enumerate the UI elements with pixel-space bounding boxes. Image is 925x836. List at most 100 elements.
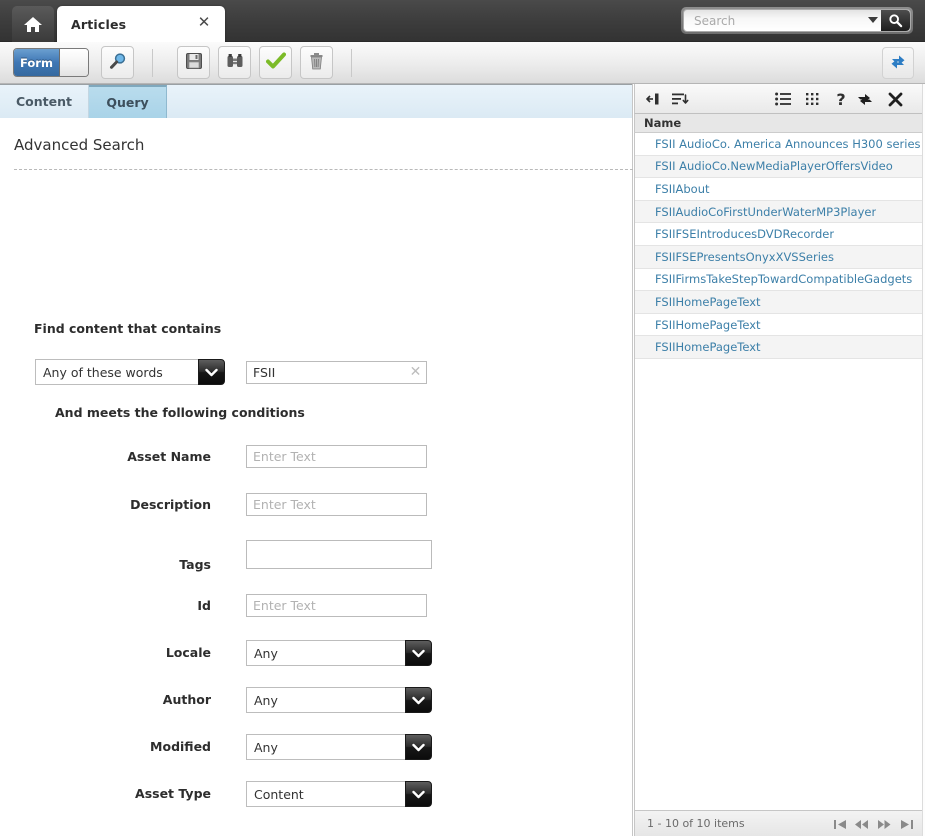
list-view-icon[interactable] — [772, 88, 794, 110]
results-toolbar: ? — [634, 84, 925, 114]
help-icon[interactable]: ? — [830, 88, 852, 110]
list-item-label: FSIIHomePageText — [655, 317, 761, 332]
grid-view-icon[interactable] — [802, 88, 824, 110]
tab-filler — [167, 85, 632, 118]
list-item[interactable]: FSII AudioCo.NewMediaPlayerOffersVideo — [635, 155, 924, 179]
collapse-panel-icon[interactable] — [643, 88, 665, 110]
match-type-value: Any of these words — [35, 359, 198, 385]
search-submit-button[interactable] — [881, 10, 910, 31]
form-mode-toggle[interactable]: Form — [13, 48, 89, 77]
list-item-label: FSII AudioCo. America Announces H300 ser… — [655, 136, 921, 151]
field-label-description: Description — [130, 497, 211, 512]
asset-type-value: Content — [246, 781, 405, 807]
home-icon — [23, 15, 43, 33]
list-item-label: FSIIFSEPresentsOnyxXVSSeries — [655, 249, 834, 264]
search-input[interactable] — [692, 11, 860, 30]
list-item[interactable]: FSIIAbout — [635, 178, 924, 201]
toggle-knob — [59, 49, 88, 76]
match-type-select[interactable]: Any of these words — [35, 359, 225, 385]
next-page-button[interactable] — [873, 811, 895, 836]
chevron-down-icon[interactable] — [868, 17, 878, 23]
results-list[interactable]: FSII AudioCo. America Announces H300 ser… — [634, 133, 925, 810]
list-item-label: FSIIHomePageText — [655, 294, 761, 309]
search-button[interactable] — [101, 46, 134, 79]
green-check-icon — [265, 52, 286, 73]
list-item[interactable]: FSIIFSEPresentsOnyxXVSSeries — [635, 245, 924, 269]
tags-input[interactable] — [246, 540, 432, 569]
author-value: Any — [246, 687, 405, 713]
title-divider — [14, 169, 633, 170]
field-label-locale: Locale — [165, 645, 211, 660]
refresh-icon[interactable] — [854, 88, 876, 110]
first-page-button[interactable] — [829, 811, 851, 836]
list-item[interactable]: FSIIFSEIntroducesDVDRecorder — [635, 223, 924, 246]
list-item-label: FSIIAudioCoFirstUnderWaterMP3Player — [655, 204, 877, 219]
list-item[interactable]: FSII AudioCo. America Announces H300 ser… — [635, 133, 924, 156]
list-item-label: FSII AudioCo.NewMediaPlayerOffersVideo — [655, 159, 893, 174]
modified-select[interactable]: Any — [246, 734, 432, 760]
chevron-down-icon — [405, 687, 432, 713]
sort-descending-icon[interactable] — [669, 88, 691, 110]
author-select[interactable]: Any — [246, 687, 432, 713]
list-item[interactable]: FSIIHomePageText — [635, 336, 924, 359]
section-heading-find: Find content that contains — [34, 321, 222, 336]
list-item[interactable]: FSIIHomePageText — [635, 313, 924, 337]
search-icon — [889, 14, 903, 28]
tab-query[interactable]: Query — [89, 85, 167, 118]
window-tab-bar: Articles ✕ — [0, 0, 925, 42]
field-label-tags: Tags — [179, 557, 211, 572]
global-search — [681, 7, 913, 34]
save-button[interactable] — [177, 46, 210, 79]
results-count-label: 1 - 10 of 10 items — [647, 817, 745, 830]
approve-button[interactable] — [259, 46, 292, 79]
asset-name-input[interactable] — [246, 445, 427, 468]
home-button[interactable] — [12, 6, 54, 42]
close-icon[interactable] — [884, 88, 906, 110]
clear-keyword-icon[interactable]: ✕ — [409, 365, 422, 379]
main-toolbar: Form — [0, 42, 925, 84]
tab-query-label: Query — [106, 95, 149, 110]
locale-value: Any — [246, 640, 405, 666]
list-item-label: FSIIAbout — [655, 181, 710, 196]
delete-button[interactable] — [300, 46, 333, 79]
application-window: Articles ✕ Form — [0, 0, 925, 836]
results-column-header: Name — [634, 114, 925, 133]
locale-select[interactable]: Any — [246, 640, 432, 666]
results-status-bar: 1 - 10 of 10 items — [634, 810, 925, 836]
field-label-asset-type: Asset Type — [135, 786, 211, 801]
tab-content[interactable]: Content — [0, 85, 89, 118]
form-pane: Content Query Advanced Search Find conte… — [0, 84, 633, 836]
list-item[interactable]: FSIIHomePageText — [635, 291, 924, 314]
document-tab-label: Articles — [71, 16, 127, 32]
refresh-arrows-icon — [888, 52, 908, 75]
document-tab-articles[interactable]: Articles ✕ — [57, 6, 225, 42]
trash-icon — [308, 52, 325, 73]
keyword-input[interactable] — [246, 361, 427, 384]
form-toggle-label: Form — [14, 49, 59, 76]
list-item[interactable]: FSIIAudioCoFirstUnderWaterMP3Player — [635, 200, 924, 224]
list-item[interactable]: FSIIFirmsTakeStepTowardCompatibleGadgets — [635, 268, 924, 292]
tab-content-label: Content — [16, 94, 72, 109]
advanced-search-form: Advanced Search Find content that contai… — [0, 118, 633, 836]
chevron-down-icon — [198, 359, 225, 385]
field-label-author: Author — [162, 692, 211, 707]
floppy-disk-icon — [185, 52, 203, 73]
toolbar-divider-2 — [351, 49, 352, 77]
refresh-button[interactable] — [882, 47, 914, 79]
form-tab-bar: Content Query — [0, 84, 632, 118]
asset-type-select[interactable]: Content — [246, 781, 432, 807]
page-title: Advanced Search — [14, 136, 145, 154]
chevron-down-icon — [405, 781, 432, 807]
previous-page-button[interactable] — [851, 811, 873, 836]
list-item-label: FSIIHomePageText — [655, 340, 761, 355]
results-pane: ? Name FSII AudioCo. America Announces H… — [634, 84, 925, 836]
list-item-label: FSIIFirmsTakeStepTowardCompatibleGadgets — [655, 272, 913, 287]
find-button[interactable] — [218, 46, 251, 79]
toolbar-divider-1 — [152, 49, 153, 77]
chevron-down-icon — [405, 734, 432, 760]
close-icon[interactable]: ✕ — [197, 15, 211, 30]
description-input[interactable] — [246, 493, 427, 516]
id-input[interactable] — [246, 594, 427, 617]
last-page-button[interactable] — [895, 811, 917, 836]
field-label-modified: Modified — [150, 739, 211, 754]
